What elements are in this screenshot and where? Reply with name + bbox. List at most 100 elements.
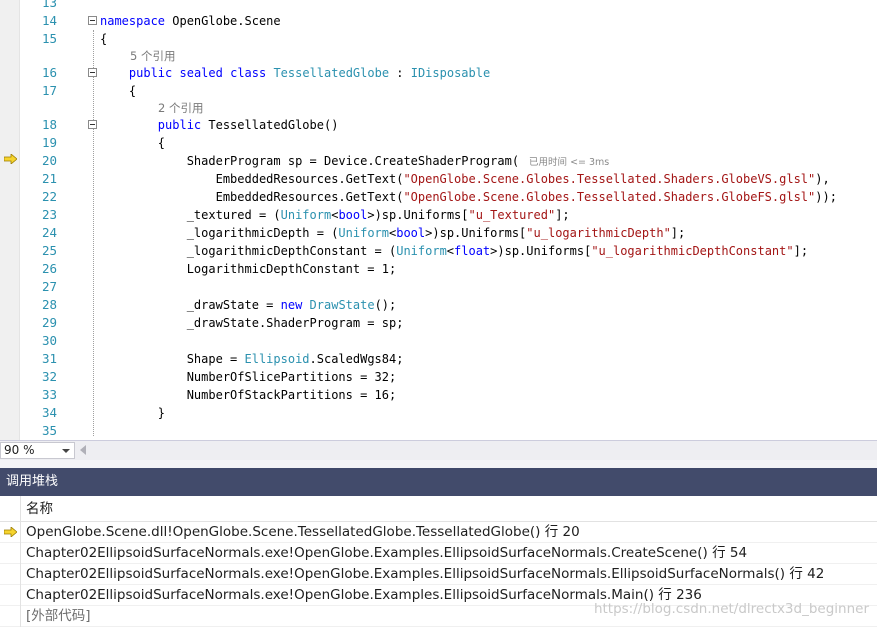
code-line[interactable]: 35	[0, 422, 877, 440]
code-text: {	[100, 30, 107, 48]
frame-name: Chapter02EllipsoidSurfaceNormals.exe!Ope…	[26, 545, 748, 561]
code-line[interactable]: 28 _drawState = new DrawState();	[0, 296, 877, 314]
code-token: Shape =	[100, 352, 245, 366]
code-line[interactable]: 27	[0, 278, 877, 296]
line-number: 18	[41, 117, 57, 132]
code-line[interactable]: 18 public TessellatedGlobe()	[0, 116, 877, 134]
code-line[interactable]: 25 _logarithmicDepthConstant = (Uniform<…	[0, 242, 877, 260]
current-frame-arrow-icon	[4, 527, 17, 537]
zoom-level-dropdown[interactable]: 90 %	[0, 442, 75, 459]
code-token: "u_logarithmicDepthConstant"	[591, 244, 794, 258]
code-line[interactable]: 30	[0, 332, 877, 350]
code-line[interactable]: 32 NumberOfSlicePartitions = 32;	[0, 368, 877, 386]
code-line[interactable]: 24 _logarithmicDepth = (Uniform<bool>)sp…	[0, 224, 877, 242]
code-token: "OpenGlobe.Scene.Globes.Tessellated.Shad…	[403, 190, 816, 204]
code-token: "u_logarithmicDepth"	[526, 226, 671, 240]
code-line[interactable]: 29 _drawState.ShaderProgram = sp;	[0, 314, 877, 332]
code-line[interactable]: 19 {	[0, 134, 877, 152]
codelens-reference-count[interactable]: 2 个引用	[0, 100, 877, 116]
code-line[interactable]: 13	[0, 0, 877, 12]
line-number: 17	[41, 83, 57, 98]
watermark-text: https://blog.csdn.net/dlrectx3d_beginner	[593, 601, 869, 617]
code-line[interactable]: 22 EmbeddedResources.GetText("OpenGlobe.…	[0, 188, 877, 206]
panel-splitter[interactable]	[0, 460, 877, 468]
frame-gutter	[0, 543, 21, 564]
code-text: {	[100, 134, 165, 152]
code-token: bool	[396, 226, 426, 240]
code-token: ),	[815, 172, 830, 186]
line-number: 22	[41, 189, 57, 204]
collapse-toggle-icon[interactable]	[88, 16, 97, 25]
code-token: OpenGlobe.Scene	[165, 14, 281, 28]
code-token: ();	[374, 298, 397, 312]
frame-gutter	[0, 585, 21, 606]
code-text: _textured = (Uniform<bool>)sp.Uniforms["…	[100, 206, 570, 224]
line-number: 28	[41, 297, 57, 312]
frame-name: [外部代码]	[26, 608, 91, 624]
line-number: 14	[41, 13, 57, 28]
code-text: {	[100, 82, 136, 100]
code-token: ];	[793, 244, 809, 258]
line-number: 27	[41, 279, 57, 294]
codelens-reference-count[interactable]: 5 个引用	[0, 48, 877, 64]
line-number: 25	[41, 243, 57, 258]
code-token: float	[454, 244, 491, 258]
perf-tip-elapsed[interactable]: 已用时间 <= 3ms	[529, 157, 609, 168]
code-text: EmbeddedResources.GetText("OpenGlobe.Sce…	[100, 188, 837, 206]
code-token: new	[280, 298, 303, 312]
code-token: ];	[670, 226, 686, 240]
code-token: NumberOfStackPartitions = 16;	[100, 388, 397, 402]
code-text: EmbeddedResources.GetText("OpenGlobe.Sce…	[100, 170, 830, 188]
code-token: EmbeddedResources.GetText(	[100, 190, 404, 204]
line-number: 24	[41, 225, 57, 240]
code-line[interactable]: 14 namespace OpenGlobe.Scene	[0, 12, 877, 30]
frame-gutter	[0, 564, 21, 585]
code-token: public	[157, 118, 202, 132]
line-number: 29	[41, 315, 57, 330]
code-token: _drawState =	[100, 298, 281, 312]
call-stack-frame[interactable]: OpenGlobe.Scene.dll!OpenGlobe.Scene.Tess…	[0, 522, 877, 543]
code-line[interactable]: 26 LogarithmicDepthConstant = 1;	[0, 260, 877, 278]
line-number: 35	[41, 423, 57, 438]
code-lines[interactable]: 13 14 namespace OpenGlobe.Scene 15 {5 个引用 16 …	[0, 0, 877, 440]
codelens-text[interactable]: 5 个引用	[130, 48, 175, 64]
code-line[interactable]: 34 }	[0, 404, 877, 422]
code-token: Uniform	[396, 244, 447, 258]
column-header-name[interactable]: 名称	[26, 496, 53, 522]
call-stack-frame[interactable]: Chapter02EllipsoidSurfaceNormals.exe!Ope…	[0, 543, 877, 564]
collapse-toggle-icon[interactable]	[88, 68, 97, 77]
code-line[interactable]: 16 public sealed class TessellatedGlobe …	[0, 64, 877, 82]
code-editor[interactable]: 13 14 namespace OpenGlobe.Scene 15 {5 个引用 16 …	[0, 0, 877, 440]
collapse-toggle-icon[interactable]	[88, 120, 97, 129]
code-text: public TessellatedGlobe()	[100, 116, 339, 134]
codelens-text[interactable]: 2 个引用	[158, 100, 203, 116]
code-line[interactable]: 31 Shape = Ellipsoid.ScaledWgs84;	[0, 350, 877, 368]
code-token: TessellatedGlobe	[273, 66, 390, 80]
code-line[interactable]: 20 ShaderProgram sp = Device.CreateShade…	[0, 152, 877, 170]
line-number: 32	[41, 369, 57, 384]
code-line[interactable]: 21 EmbeddedResources.GetText("OpenGlobe.…	[0, 170, 877, 188]
code-token: TessellatedGlobe()	[201, 118, 339, 132]
scroll-left-arrow-icon[interactable]	[80, 445, 86, 455]
code-text: _drawState.ShaderProgram = sp;	[100, 314, 404, 332]
frame-name: Chapter02EllipsoidSurfaceNormals.exe!Ope…	[26, 566, 825, 582]
code-token: DrawState	[309, 298, 375, 312]
code-line[interactable]: 17 {	[0, 82, 877, 100]
line-number: 16	[41, 65, 57, 80]
code-line[interactable]: 15 {	[0, 30, 877, 48]
code-token: Ellipsoid	[244, 352, 310, 366]
code-token: LogarithmicDepthConstant = 1;	[100, 262, 397, 276]
code-line[interactable]: 23 _textured = (Uniform<bool>)sp.Uniform…	[0, 206, 877, 224]
code-token: .ScaledWgs84;	[309, 352, 404, 366]
code-token: >)sp.Uniforms[	[490, 244, 592, 258]
code-line[interactable]: 33 NumberOfStackPartitions = 16;	[0, 386, 877, 404]
code-token: NumberOfSlicePartitions = 32;	[100, 370, 397, 384]
frame-gutter	[0, 606, 21, 627]
code-token: {	[100, 84, 137, 98]
code-token: ];	[555, 208, 570, 222]
call-stack-frame[interactable]: Chapter02EllipsoidSurfaceNormals.exe!Ope…	[0, 564, 877, 585]
code-token: EmbeddedResources.GetText(	[100, 172, 404, 186]
